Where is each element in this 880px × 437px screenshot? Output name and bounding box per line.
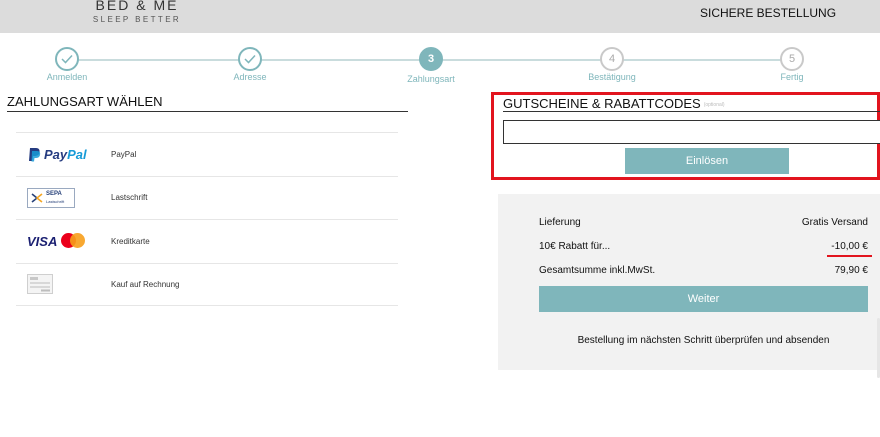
discount-value: -10,00 €	[831, 241, 868, 252]
voucher-section: GUTSCHEINE & RABATTCODES (optional) Einlö…	[491, 92, 880, 180]
voucher-title-text: GUTSCHEINE & RABATTCODES	[503, 96, 701, 111]
step-label: Bestätigung	[588, 72, 636, 82]
discount-value-wrap: -10,00 €	[827, 241, 872, 257]
payment-option-label: PayPal	[111, 149, 137, 159]
discount-label: 10€ Rabatt für...	[539, 241, 611, 252]
step-number: 5	[780, 47, 804, 71]
check-icon	[238, 47, 262, 71]
discount-row: 10€ Rabatt für... -10,00 €	[539, 241, 872, 257]
continue-button[interactable]: Weiter	[539, 286, 868, 312]
step-label: Adresse	[233, 72, 267, 82]
brand-logo[interactable]: BED & ME SLEEP BETTER	[92, 0, 182, 26]
redeem-button[interactable]: Einlösen	[625, 148, 789, 174]
paypal-wordmark-pal: Pal	[67, 146, 87, 162]
voucher-title: GUTSCHEINE & RABATTCODES (optional)	[503, 96, 725, 111]
payment-option-paypal[interactable]: Pay Pal PayPal	[16, 132, 398, 176]
shipping-row: Lieferung Gratis Versand	[539, 217, 868, 228]
step-label: Anmelden	[46, 72, 88, 82]
paypal-logo: Pay Pal	[16, 133, 111, 176]
voucher-optional-note: (optional)	[703, 101, 725, 108]
order-summary: Lieferung Gratis Versand 10€ Rabatt für.…	[498, 194, 880, 370]
payment-method-list: Pay Pal PayPal SEPA Lastschrift Lastschri…	[16, 132, 398, 306]
step-fertig: 5 Fertig	[742, 47, 842, 82]
step-adresse[interactable]: Adresse	[200, 47, 300, 82]
brand-tagline: SLEEP BETTER	[92, 15, 182, 24]
total-value: 79,90 €	[834, 265, 868, 276]
payment-option-rechnung[interactable]: Kauf auf Rechnung	[16, 262, 398, 306]
top-header: BED & ME SLEEP BETTER SICHERE BESTELLUNG	[0, 0, 880, 33]
step-number: 4	[600, 47, 624, 71]
invoice-icon	[16, 264, 111, 306]
check-icon	[55, 47, 79, 71]
payment-option-kreditkarte[interactable]: VISA Kreditkarte	[16, 219, 398, 263]
sepa-logo: SEPA Lastschrift	[16, 177, 111, 220]
paypal-icon	[29, 147, 41, 162]
review-note: Bestellung im nächsten Schritt überprüfe…	[577, 335, 830, 346]
payment-option-lastschrift[interactable]: SEPA Lastschrift Lastschrift	[16, 175, 398, 220]
total-label: Gesamtsumme inkl.MwSt.	[539, 265, 656, 276]
visa-wordmark: VISA	[27, 233, 58, 249]
mastercard-icon	[61, 232, 87, 250]
highlight-underline	[827, 255, 872, 257]
paypal-wordmark-pay: Pay	[44, 146, 68, 162]
total-row: Gesamtsumme inkl.MwSt. 79,90 €	[539, 265, 868, 276]
step-anmelden[interactable]: Anmelden	[17, 47, 117, 82]
sepa-wordmark: SEPA	[46, 190, 62, 197]
shipping-value: Gratis Versand	[801, 217, 868, 228]
secure-checkout-label: SICHERE BESTELLUNG	[700, 6, 837, 20]
step-zahlungsart: 3 Zahlungsart	[381, 47, 481, 84]
step-label: Fertig	[780, 72, 804, 82]
payment-section-title: ZAHLUNGSART WÄHLEN	[7, 94, 408, 112]
step-label: Zahlungsart	[407, 74, 455, 84]
sepa-icon	[31, 193, 43, 203]
voucher-code-input[interactable]	[503, 120, 880, 144]
payment-option-label: Kreditkarte	[111, 236, 150, 246]
divider	[503, 111, 880, 112]
payment-option-label: Kauf auf Rechnung	[111, 279, 180, 289]
step-number: 3	[419, 47, 443, 71]
shipping-label: Lieferung	[539, 217, 581, 228]
visa-mastercard-logo: VISA	[16, 220, 111, 263]
step-bestaetigung: 4 Bestätigung	[562, 47, 662, 82]
sepa-sublabel: Lastschrift	[46, 198, 65, 204]
brand-name: BED & ME	[95, 0, 179, 13]
payment-option-label: Lastschrift	[111, 193, 148, 203]
